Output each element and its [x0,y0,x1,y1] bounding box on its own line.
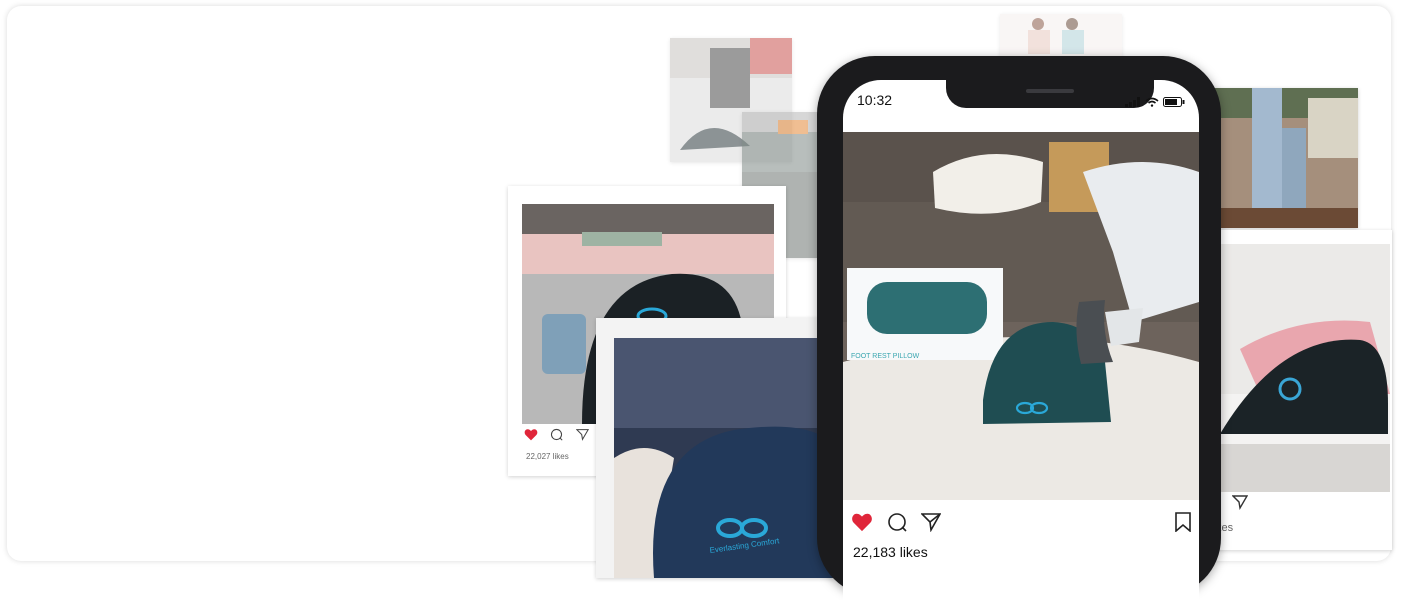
main-post-image: FOOT REST PILLOW [843,132,1199,500]
phone-mockup: 10:32 FOOT REST PILLOW 22,183 likes [817,56,1221,600]
ugc-card-middle: Everlasting Comfort [596,318,836,578]
likes-count-left: 22,027 likes [526,452,569,461]
woman-at-desk-image [1212,88,1358,228]
ugc-photo-top [1000,14,1122,58]
comment-icon[interactable] [550,428,563,446]
people-image [1000,14,1122,58]
send-icon[interactable] [575,428,590,446]
phone-notch [946,80,1154,108]
comment-icon[interactable] [887,512,907,537]
footrest-pink-socks-image [1220,244,1390,492]
speaker [1026,89,1074,93]
ugc-card-right: kes [1202,230,1392,550]
status-bar-icons [1125,94,1185,112]
send-icon[interactable] [1231,494,1249,515]
product-box: FOOT REST PILLOW [847,268,1003,360]
send-icon[interactable] [920,512,942,537]
post-actions [851,512,942,537]
likes-count: 22,183 likes [853,544,928,560]
bookmark-icon[interactable] [1175,512,1191,537]
heart-icon[interactable] [851,512,873,537]
wifi-icon [1145,94,1159,112]
battery-icon [1163,94,1185,112]
signal-icon [1125,94,1141,112]
phone-screen: 10:32 FOOT REST PILLOW 22,183 likes [843,80,1199,600]
status-time: 10:32 [857,92,893,108]
footrest-closeup-image: Everlasting Comfort [614,338,836,578]
ugc-photo-right-top [1212,88,1358,228]
box-label: FOOT REST PILLOW [851,353,920,360]
heart-icon[interactable] [524,428,538,446]
